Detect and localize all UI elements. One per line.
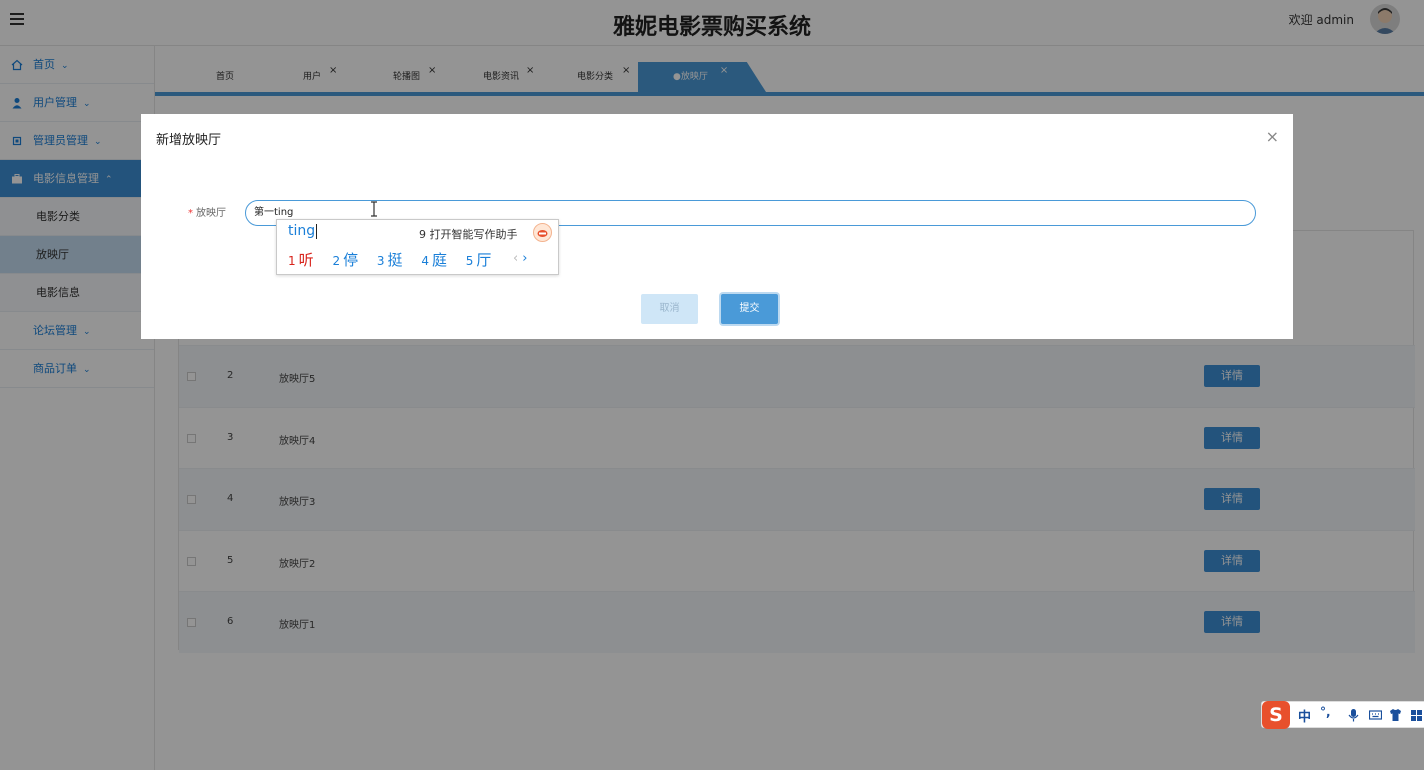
assistant-icon[interactable] bbox=[533, 223, 552, 242]
sogou-logo[interactable]: S bbox=[1262, 701, 1290, 729]
ime-caret bbox=[316, 223, 318, 239]
ime-candidate-window: ting 9 打开智能写作助手 1听 2停 3挺 4庭 5厅 ‹ › bbox=[276, 219, 559, 275]
ime-assist-label: 打开智能写作助手 bbox=[429, 228, 518, 241]
ime-punctuation-toggle[interactable]: °, bbox=[1320, 705, 1331, 719]
microphone-icon[interactable] bbox=[1347, 708, 1360, 722]
hall-field-label: * 放映厅 bbox=[188, 204, 226, 219]
text-cursor-icon bbox=[371, 201, 377, 217]
submit-button[interactable]: 提交 bbox=[721, 294, 778, 324]
ime-writing-assistant[interactable]: 9 打开智能写作助手 bbox=[419, 226, 518, 242]
ime-candidate[interactable]: 5厅 bbox=[466, 249, 492, 270]
candidate-index: 5 bbox=[465, 254, 474, 268]
candidate-text: 停 bbox=[343, 251, 359, 269]
ime-candidate[interactable]: 4庭 bbox=[421, 249, 447, 270]
ime-assist-index: 9 bbox=[419, 228, 426, 241]
required-marker: * bbox=[188, 208, 193, 219]
ime-candidate[interactable]: 3挺 bbox=[377, 249, 403, 270]
keyboard-icon[interactable] bbox=[1369, 708, 1382, 722]
ime-status-bar: S 中 °, bbox=[1261, 701, 1424, 729]
candidate-index: 1 bbox=[288, 254, 296, 268]
toolbox-icon[interactable] bbox=[1410, 708, 1423, 722]
skin-icon[interactable] bbox=[1389, 708, 1402, 722]
candidate-text: 庭 bbox=[431, 251, 447, 269]
chevron-left-icon[interactable]: ‹ bbox=[513, 251, 518, 266]
ime-candidate[interactable]: 2停 bbox=[332, 249, 358, 270]
ime-candidate[interactable]: 1听 bbox=[288, 249, 314, 270]
candidate-text: 厅 bbox=[476, 251, 492, 269]
cancel-button[interactable]: 取消 bbox=[641, 294, 698, 324]
candidate-text: 挺 bbox=[387, 251, 403, 269]
candidate-index: 4 bbox=[421, 254, 429, 268]
ime-composition-text: ting bbox=[288, 223, 316, 239]
close-icon[interactable]: × bbox=[1266, 127, 1279, 146]
fox-icon bbox=[537, 230, 548, 237]
candidate-index: 3 bbox=[376, 254, 385, 268]
candidate-text: 听 bbox=[298, 251, 314, 269]
dialog-title: 新增放映厅 bbox=[156, 133, 222, 148]
ime-candidate-list: 1听 2停 3挺 4庭 5厅 bbox=[288, 249, 505, 270]
field-label-text: 放映厅 bbox=[196, 208, 226, 219]
chevron-right-icon[interactable]: › bbox=[522, 251, 527, 266]
ime-pager: ‹ › bbox=[513, 251, 527, 266]
ime-composition: ting bbox=[288, 223, 318, 239]
candidate-index: 2 bbox=[332, 254, 341, 268]
ime-mode-toggle[interactable]: 中 bbox=[1298, 706, 1311, 725]
